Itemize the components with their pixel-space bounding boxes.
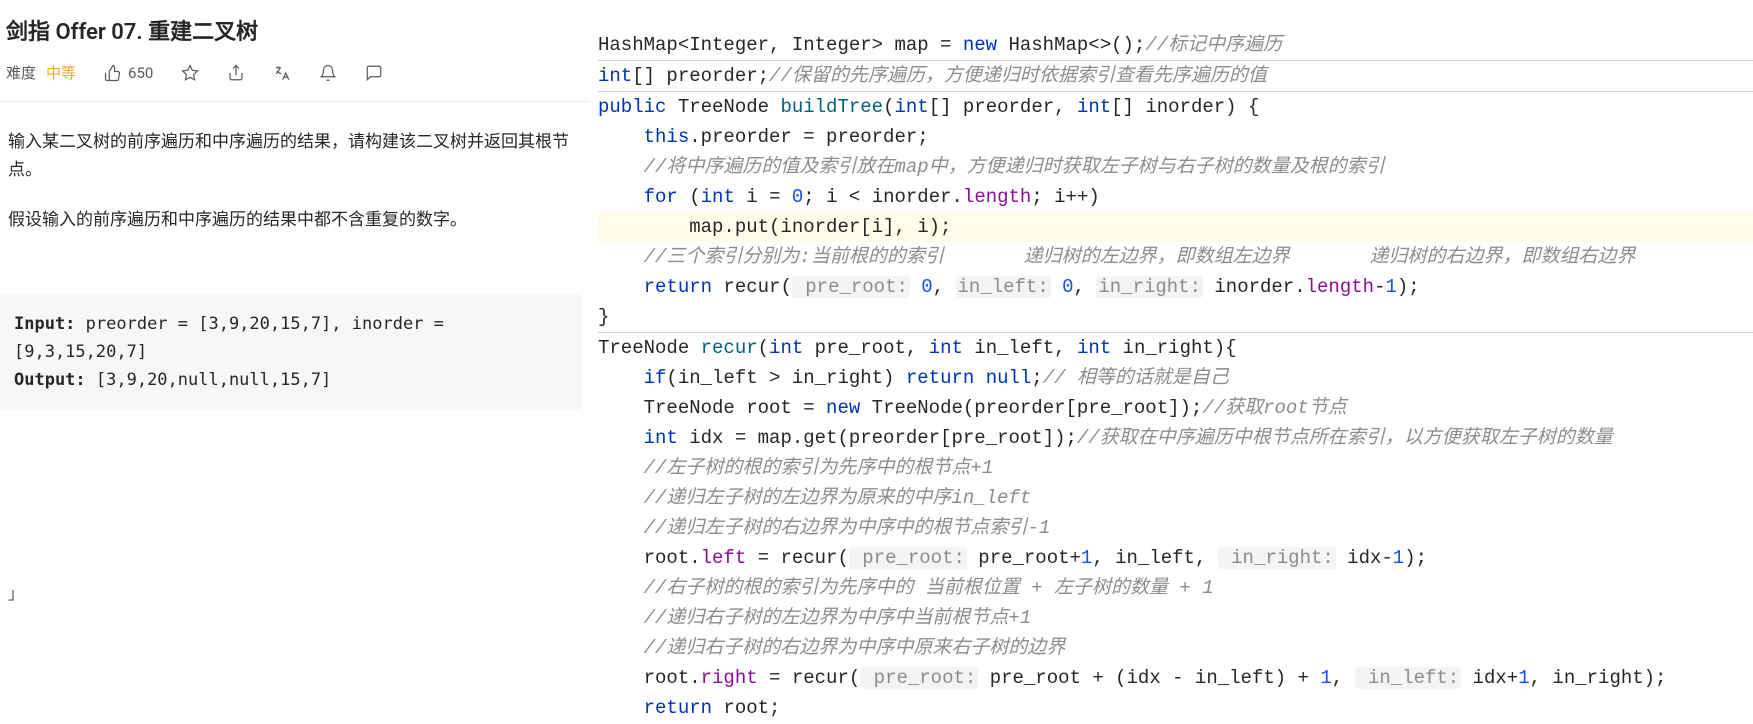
problem-description: 输入某二叉树的前序遍历和中序遍历的结果，请构建该二叉树并返回其根节点。 假设输入… bbox=[0, 128, 590, 234]
code-line: root.right = recur( pre_root: pre_root +… bbox=[598, 667, 1666, 689]
share-icon bbox=[227, 64, 245, 82]
feedback-icon bbox=[365, 64, 383, 82]
star-icon bbox=[181, 64, 199, 82]
code-line: if(in_left > in_right) return null;// 相等… bbox=[598, 367, 1229, 389]
problem-panel: 剑指 Offer 07. 重建二叉树 难度 中等 650 bbox=[0, 0, 590, 724]
code-line-highlight: map.put(inorder[i], i); bbox=[598, 212, 1753, 242]
code-line: //将中序遍历的值及索引放在map中，方便递归时获取左子树与右子树的数量及根的索… bbox=[598, 156, 1385, 178]
problem-meta: 难度 中等 650 bbox=[0, 58, 590, 101]
output-label: Output: bbox=[14, 370, 86, 390]
example-block: Input: preorder = [3,9,20,15,7], inorder… bbox=[0, 294, 582, 410]
code-line: //递归左子树的右边界为中序中的根节点索引-1 bbox=[598, 517, 1050, 539]
desc-para-2: 假设输入的前序遍历和中序遍历的结果中都不含重复的数字。 bbox=[8, 206, 582, 234]
favorite-button[interactable] bbox=[181, 64, 199, 82]
code-line: //递归右子树的左边界为中序中当前根节点+1 bbox=[598, 607, 1031, 629]
bell-button[interactable] bbox=[319, 64, 337, 82]
code-line: root.left = recur( pre_root: pre_root+1,… bbox=[598, 547, 1427, 569]
input-text: preorder = [3,9,20,15,7], inorder = [9,3… bbox=[14, 314, 444, 362]
code-line: TreeNode recur(int pre_root, int in_left… bbox=[598, 337, 1237, 359]
code-line: return recur( pre_root: 0, in_left: 0, i… bbox=[598, 276, 1420, 298]
code-line: //左子树的根的索引为先序中的根节点+1 bbox=[598, 457, 993, 479]
problem-title: 剑指 Offer 07. 重建二叉树 bbox=[0, 14, 590, 58]
difficulty: 难度 中等 bbox=[6, 62, 76, 83]
thumb-up-icon bbox=[104, 64, 122, 82]
code-line: int idx = map.get(preorder[pre_root]);//… bbox=[598, 427, 1613, 449]
code-line: TreeNode root = new TreeNode(preorder[pr… bbox=[598, 397, 1347, 419]
code-panel: HashMap<Integer, Integer> map = new Hash… bbox=[590, 0, 1753, 724]
like-button[interactable]: 650 bbox=[104, 64, 153, 82]
code-line: //递归左子树的左边界为原来的中序in_left bbox=[598, 487, 1031, 509]
code-line: this.preorder = preorder; bbox=[598, 126, 929, 148]
input-label: Input: bbox=[14, 314, 75, 334]
code-line: return root; bbox=[598, 697, 780, 719]
translate-icon bbox=[273, 64, 291, 82]
code-line: //右子树的根的索引为先序中的 当前根位置 + 左子树的数量 + 1 bbox=[598, 577, 1214, 599]
feedback-button[interactable] bbox=[365, 64, 383, 82]
like-count: 650 bbox=[128, 64, 153, 82]
divider bbox=[0, 101, 590, 102]
code-line: public TreeNode buildTree(int[] preorder… bbox=[598, 96, 1259, 118]
code-line: //递归右子树的右边界为中序中原来右子树的边界 bbox=[598, 637, 1065, 659]
bell-icon bbox=[319, 64, 337, 82]
code-line: //三个索引分别为:当前根的的索引 递归树的左边界，即数组左边界 递归树的右边界… bbox=[598, 246, 1635, 268]
desc-para-1: 输入某二叉树的前序遍历和中序遍历的结果，请构建该二叉树并返回其根节点。 bbox=[8, 128, 582, 184]
share-button[interactable] bbox=[227, 64, 245, 82]
code-line: HashMap<Integer, Integer> map = new Hash… bbox=[598, 30, 1753, 61]
code-line: int[] preorder;//保留的先序遍历，方便递归时依据索引查看先序遍历… bbox=[598, 61, 1753, 92]
difficulty-label: 难度 bbox=[6, 62, 36, 83]
code-line: } bbox=[598, 302, 1753, 333]
trail-char: 」 bbox=[0, 580, 590, 604]
output-text: [3,9,20,null,null,15,7] bbox=[86, 370, 332, 390]
difficulty-value: 中等 bbox=[46, 62, 76, 83]
translate-button[interactable] bbox=[273, 64, 291, 82]
code-line: for (int i = 0; i < inorder.length; i++) bbox=[598, 186, 1100, 208]
